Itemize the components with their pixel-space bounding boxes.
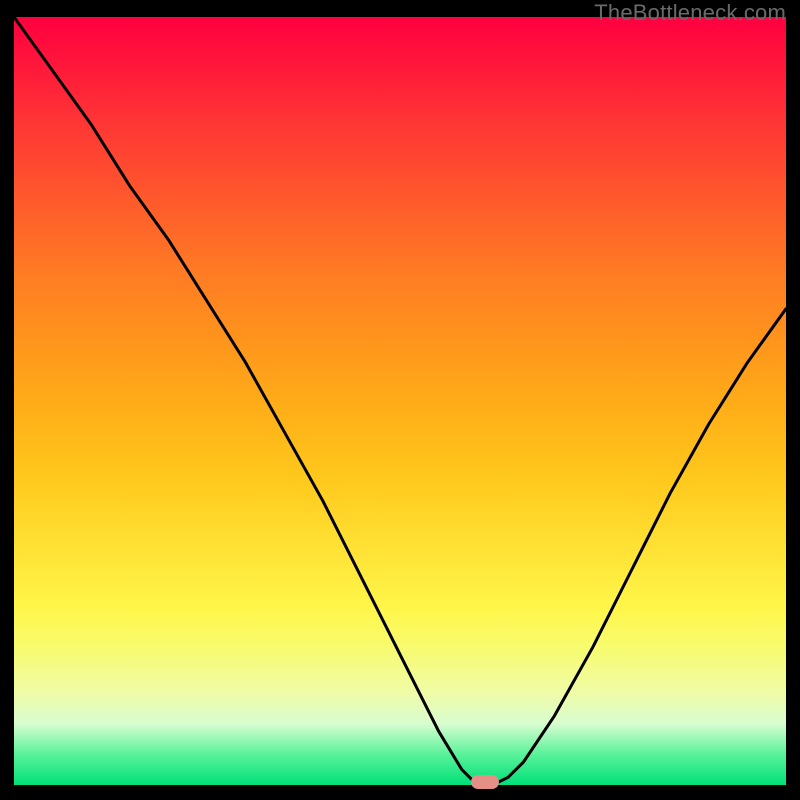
watermark-text: TheBottleneck.com	[594, 0, 786, 26]
bottleneck-curve	[14, 17, 786, 785]
minimum-marker	[471, 775, 499, 789]
bottleneck-curve-path	[14, 17, 786, 785]
chart-stage: TheBottleneck.com	[0, 0, 800, 800]
plot-frame	[14, 17, 786, 785]
